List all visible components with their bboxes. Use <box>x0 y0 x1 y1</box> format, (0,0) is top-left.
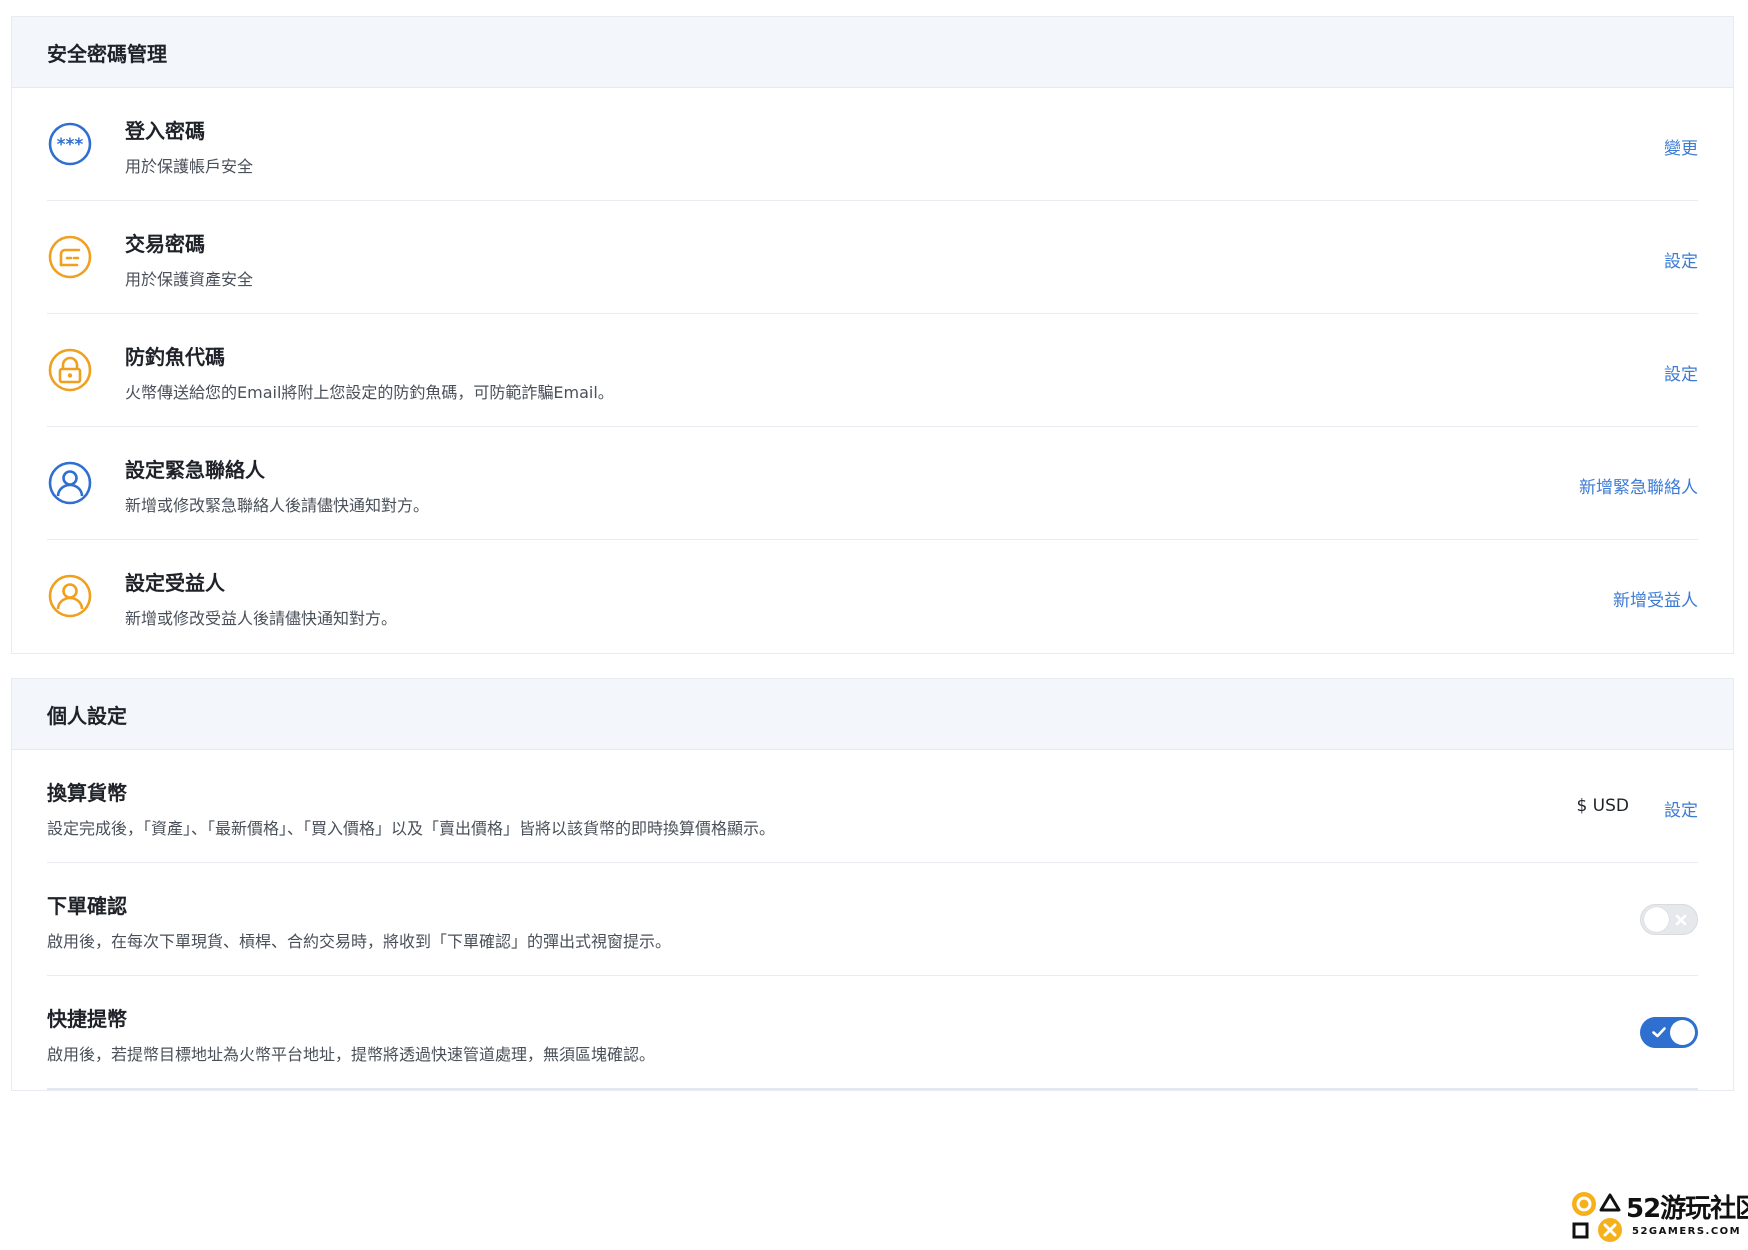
security-panel: 安全密碼管理 *** 登入密碼 用於保護帳戶安全 變更 交易密碼 用於保護資產安… <box>11 16 1734 654</box>
order-confirm-row: 下單確認 啟用後，在每次下單現貨、槓桿、合約交易時，將收到「下單確認」的彈出式視… <box>47 863 1698 976</box>
trade-password-desc: 用於保護資產安全 <box>125 270 254 289</box>
anti-phishing-title: 防釣魚代碼 <box>125 345 225 369</box>
emergency-contact-row: 設定緊急聯絡人 新增或修改緊急聯絡人後請儘快通知對方。 新增緊急聯絡人 <box>47 427 1698 540</box>
trade-password-row: 交易密碼 用於保護資產安全 設定 <box>47 201 1698 314</box>
add-emergency-contact-link[interactable]: 新增緊急聯絡人 <box>1579 473 1698 498</box>
set-trade-password-link[interactable]: 設定 <box>1664 247 1698 272</box>
watermark-text: 52游玩社区 <box>1626 1194 1748 1224</box>
currency-desc: 設定完成後，「資產」、「最新價格」、「買入價格」以及「賣出價格」皆將以該貨幣的即… <box>47 819 776 838</box>
add-beneficiary-link[interactable]: 新增受益人 <box>1613 586 1698 611</box>
login-password-row: *** 登入密碼 用於保護帳戶安全 變更 <box>47 88 1698 201</box>
currency-row: 換算貨幣 設定完成後，「資產」、「最新價格」、「買入價格」以及「賣出價格」皆將以… <box>47 750 1698 863</box>
user-icon <box>48 574 92 618</box>
password-dots-icon: *** <box>48 122 92 166</box>
quick-withdraw-row: 快捷提幣 啟用後，若提幣目標地址為火幣平台地址，提幣將透過快速管道處理，無須區塊… <box>47 976 1698 1090</box>
trade-password-icon <box>48 235 92 279</box>
order-confirm-desc: 啟用後，在每次下單現貨、槓桿、合約交易時，將收到「下單確認」的彈出式視窗提示。 <box>47 932 672 951</box>
beneficiary-title: 設定受益人 <box>125 571 225 595</box>
order-confirm-toggle[interactable] <box>1640 904 1698 935</box>
security-panel-title: 安全密碼管理 <box>12 17 1733 88</box>
login-password-title: 登入密碼 <box>125 119 205 143</box>
toggle-knob <box>1670 1020 1695 1045</box>
svg-text:***: *** <box>57 135 84 155</box>
anti-phishing-desc: 火幣傳送給您的Email將附上您設定的防釣魚碼，可防範詐騙Email。 <box>125 383 614 402</box>
watermark-logo: 52游玩社区 52GAMERS.COM <box>1570 1188 1748 1244</box>
anti-phishing-row: 防釣魚代碼 火幣傳送給您的Email將附上您設定的防釣魚碼，可防範詐騙Email… <box>47 314 1698 427</box>
currency-title: 換算貨幣 <box>47 781 127 805</box>
quick-withdraw-toggle[interactable] <box>1640 1017 1698 1048</box>
order-confirm-title: 下單確認 <box>47 894 127 918</box>
personal-settings-panel: 個人設定 換算貨幣 設定完成後，「資產」、「最新價格」、「買入價格」以及「賣出價… <box>11 678 1734 1091</box>
toggle-knob <box>1644 907 1669 932</box>
lock-icon <box>48 348 92 392</box>
emergency-contact-title: 設定緊急聯絡人 <box>125 458 265 482</box>
watermark-subtext: 52GAMERS.COM <box>1632 1226 1742 1237</box>
user-icon <box>48 461 92 505</box>
login-password-desc: 用於保護帳戶安全 <box>125 157 254 176</box>
set-anti-phishing-link[interactable]: 設定 <box>1664 360 1698 385</box>
trade-password-title: 交易密碼 <box>125 232 205 256</box>
change-login-password-link[interactable]: 變更 <box>1664 134 1698 159</box>
currency-value: $ USD <box>1576 796 1629 816</box>
set-currency-link[interactable]: 設定 <box>1664 796 1698 821</box>
gamepad-symbols-icon <box>1572 1192 1622 1242</box>
emergency-contact-desc: 新增或修改緊急聯絡人後請儘快通知對方。 <box>125 496 430 515</box>
beneficiary-desc: 新增或修改受益人後請儘快通知對方。 <box>125 609 398 628</box>
quick-withdraw-title: 快捷提幣 <box>47 1007 127 1031</box>
close-icon <box>1675 914 1687 926</box>
beneficiary-row: 設定受益人 新增或修改受益人後請儘快通知對方。 新增受益人 <box>47 540 1698 652</box>
check-icon <box>1652 1027 1666 1038</box>
personal-settings-title: 個人設定 <box>12 679 1733 750</box>
quick-withdraw-desc: 啟用後，若提幣目標地址為火幣平台地址，提幣將透過快速管道處理，無須區塊確認。 <box>47 1045 656 1064</box>
